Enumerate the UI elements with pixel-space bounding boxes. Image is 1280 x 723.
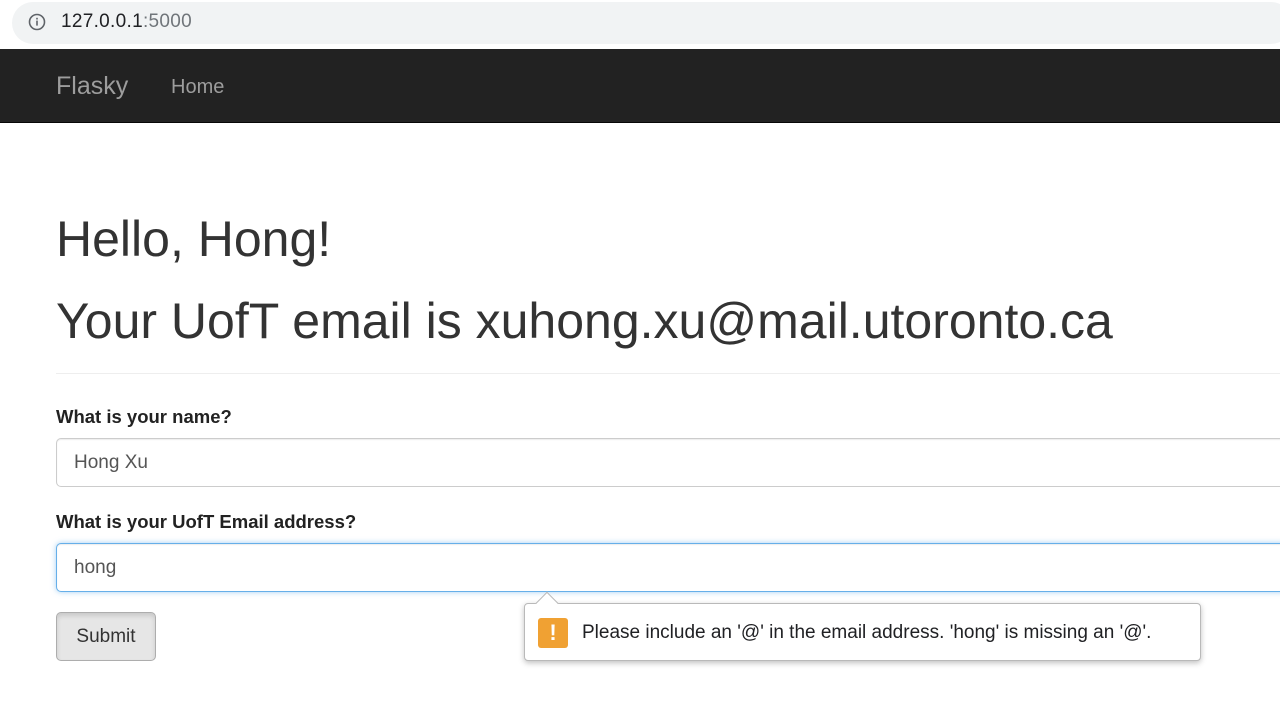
- nav-item-home[interactable]: Home: [171, 76, 224, 99]
- browser-address-bar: 127.0.0.1:5000: [0, 0, 1280, 49]
- navbar: Flasky Home: [0, 49, 1280, 123]
- brand-link[interactable]: Flasky: [56, 72, 128, 101]
- warning-icon: !: [538, 618, 568, 648]
- url-text[interactable]: 127.0.0.1:5000: [61, 11, 192, 33]
- name-label: What is your name?: [56, 406, 232, 427]
- email-label: What is your UofT Email address?: [56, 511, 357, 532]
- email-heading: Your UofT email is xuhong.xu@mail.utoron…: [56, 293, 1113, 349]
- validation-message: Please include an '@' in the email addre…: [582, 622, 1152, 643]
- url-field[interactable]: [12, 2, 1280, 44]
- divider: [56, 373, 1280, 374]
- info-icon[interactable]: [28, 13, 46, 31]
- validation-tooltip: ! Please include an '@' in the email add…: [524, 591, 1201, 661]
- tooltip-arrow: [535, 591, 559, 615]
- submit-button[interactable]: Submit: [56, 612, 156, 661]
- url-port: :5000: [142, 11, 192, 32]
- url-host: 127.0.0.1: [61, 11, 143, 32]
- email-input[interactable]: [56, 543, 1280, 592]
- name-input[interactable]: [56, 438, 1280, 487]
- greeting-heading: Hello, Hong!: [56, 211, 332, 267]
